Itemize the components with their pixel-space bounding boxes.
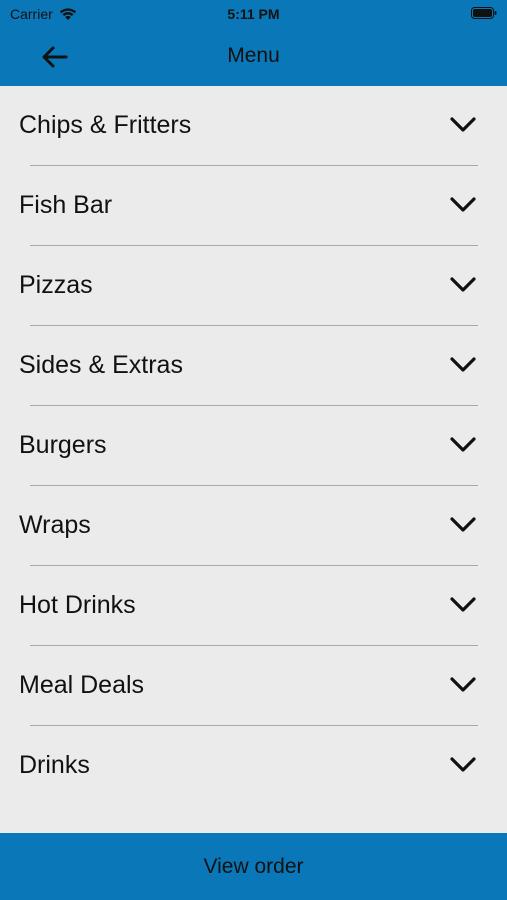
category-label: Chips & Fritters bbox=[19, 111, 192, 139]
chevron-down-icon bbox=[450, 517, 476, 532]
navigation-bar: Menu bbox=[0, 28, 507, 86]
status-time: 5:11 PM bbox=[227, 6, 280, 22]
menu-category-row[interactable]: Pizzas bbox=[0, 246, 507, 326]
chevron-down-icon bbox=[450, 757, 476, 772]
view-order-label: View order bbox=[203, 854, 304, 878]
category-label: Sides & Extras bbox=[19, 351, 183, 379]
chevron-down-icon bbox=[450, 277, 476, 292]
menu-category-row[interactable]: Hot Drinks bbox=[0, 566, 507, 646]
menu-category-row[interactable]: Fish Bar bbox=[0, 166, 507, 246]
battery-icon bbox=[471, 7, 497, 19]
category-label: Burgers bbox=[19, 431, 107, 459]
category-label: Pizzas bbox=[19, 271, 93, 299]
menu-category-row[interactable]: Burgers bbox=[0, 406, 507, 486]
category-label: Wraps bbox=[19, 511, 91, 539]
category-label: Fish Bar bbox=[19, 191, 113, 219]
top-bar: Carrier 5:11 PM Menu bbox=[0, 0, 507, 86]
chevron-down-icon bbox=[450, 117, 476, 132]
status-bar: Carrier 5:11 PM bbox=[0, 0, 507, 28]
category-label: Drinks bbox=[19, 751, 90, 779]
menu-category-row[interactable]: Sides & Extras bbox=[0, 326, 507, 406]
menu-category-row[interactable]: Wraps bbox=[0, 486, 507, 566]
chevron-down-icon bbox=[450, 357, 476, 372]
view-order-button[interactable]: View order bbox=[0, 833, 507, 900]
menu-category-list: Chips & Fritters Fish Bar Pizzas Sides &… bbox=[0, 86, 507, 806]
chevron-down-icon bbox=[450, 677, 476, 692]
menu-screen: Carrier 5:11 PM Menu Chips & Fritters Fi… bbox=[0, 0, 507, 900]
chevron-down-icon bbox=[450, 597, 476, 612]
category-label: Meal Deals bbox=[19, 671, 145, 699]
menu-category-row[interactable]: Chips & Fritters bbox=[0, 86, 507, 166]
page-title: Menu bbox=[227, 44, 280, 67]
category-label: Hot Drinks bbox=[19, 591, 136, 619]
chevron-down-icon bbox=[450, 197, 476, 212]
chevron-down-icon bbox=[450, 437, 476, 452]
menu-category-row[interactable]: Drinks bbox=[0, 726, 507, 806]
menu-category-row[interactable]: Meal Deals bbox=[0, 646, 507, 726]
